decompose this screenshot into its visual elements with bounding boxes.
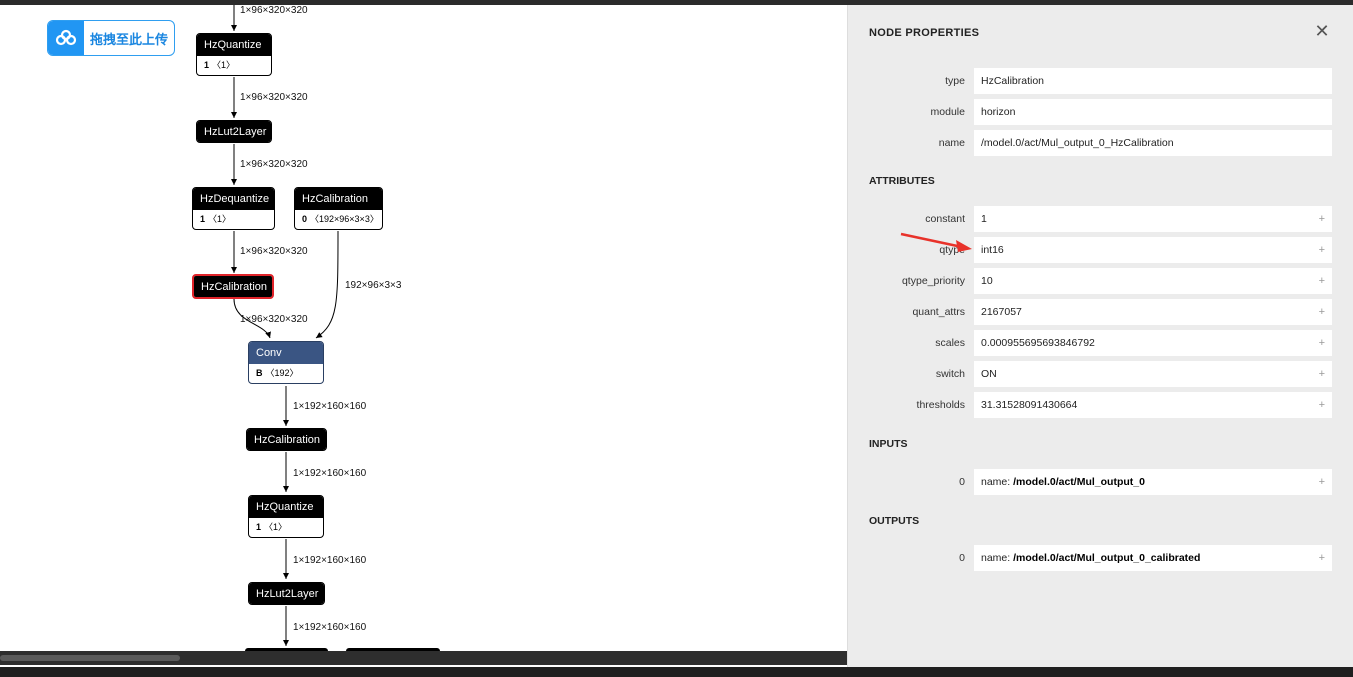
node-hzlut2layer-2[interactable]: HzLut2Layer — [248, 582, 325, 605]
node-hzquantize[interactable]: HzQuantize 1 〈1〉 — [196, 33, 272, 76]
edge-label: 1×96×320×320 — [240, 246, 308, 257]
expand-icon[interactable]: + — [1319, 299, 1325, 325]
node-attr: 1 〈1〉 — [256, 522, 288, 532]
edge-label: 192×96×3×3 — [345, 280, 402, 291]
expand-icon[interactable]: + — [1319, 545, 1325, 571]
output-row: 0 name: /model.0/act/Mul_output_0_calibr… — [848, 545, 1353, 571]
expand-icon[interactable]: + — [1319, 268, 1325, 294]
scrollbar-thumb[interactable] — [0, 655, 180, 661]
node-attr: 1 〈1〉 — [200, 214, 232, 224]
node-title: HzCalibration — [295, 188, 382, 210]
node-title: HzLut2Layer — [197, 121, 271, 142]
bottom-bar — [0, 667, 1353, 677]
expand-icon[interactable]: + — [1319, 392, 1325, 418]
section-attributes: ATTRIBUTES — [869, 175, 935, 187]
node-hzcalibration-weight[interactable]: HzCalibration 0 〈192×96×3×3〉 — [294, 187, 383, 230]
node-title: HzQuantize — [197, 34, 271, 56]
upload-button[interactable]: 拖拽至此上传 — [47, 20, 175, 56]
section-outputs: OUTPUTS — [869, 515, 920, 527]
edge — [315, 230, 339, 339]
expand-icon[interactable]: + — [1319, 361, 1325, 387]
node-attr: 1 〈1〉 — [204, 60, 236, 70]
expand-icon[interactable]: + — [1319, 237, 1325, 263]
node-conv[interactable]: Conv B 〈192〉 — [248, 341, 324, 384]
attribute-row-thresholds: thresholds 31.31528091430664 + — [848, 392, 1353, 418]
edge-label: 1×192×160×160 — [293, 401, 367, 412]
edge-label: 1×96×320×320 — [240, 5, 308, 16]
property-row-type: type HzCalibration — [848, 68, 1353, 94]
edge-label: 1×96×320×320 — [240, 92, 308, 103]
node-hzcalibration-selected[interactable]: HzCalibration — [192, 274, 274, 299]
node-title: HzDequantize — [193, 188, 274, 210]
input-row: 0 name: /model.0/act/Mul_output_0 + — [848, 469, 1353, 495]
cloud-icon — [48, 21, 84, 55]
node-title: HzCalibration — [247, 429, 326, 450]
edge-label: 1×96×320×320 — [240, 314, 308, 325]
upload-label: 拖拽至此上传 — [90, 31, 169, 47]
attribute-row-constant: constant 1 + — [848, 206, 1353, 232]
attribute-row-quant-attrs: quant_attrs 2167057 + — [848, 299, 1353, 325]
attribute-row-switch: switch ON + — [848, 361, 1353, 387]
attribute-row-scales: scales 0.000955695693846792 + — [848, 330, 1353, 356]
section-inputs: INPUTS — [869, 438, 908, 450]
node-hzdequantize[interactable]: HzDequantize 1 〈1〉 — [192, 187, 275, 230]
property-row-name: name /model.0/act/Mul_output_0_HzCalibra… — [848, 130, 1353, 156]
horizontal-scrollbar[interactable] — [0, 651, 847, 665]
panel-title: NODE PROPERTIES — [869, 27, 980, 39]
edge-label: 1×192×160×160 — [293, 555, 367, 566]
edge-label: 1×96×320×320 — [240, 159, 308, 170]
node-attr: B 〈192〉 — [256, 368, 299, 378]
graph-canvas[interactable]: 1×96×320×320 1×96×320×320 1×96×320×320 1… — [0, 5, 847, 651]
node-properties-panel: NODE PROPERTIES ✕ type HzCalibration mod… — [847, 5, 1353, 667]
node-hzquantize-2[interactable]: HzQuantize 1 〈1〉 — [248, 495, 324, 538]
expand-icon[interactable]: + — [1319, 330, 1325, 356]
property-row-module: module horizon — [848, 99, 1353, 125]
edge-label: 1×192×160×160 — [293, 622, 367, 633]
expand-icon[interactable]: + — [1319, 206, 1325, 232]
edge-label: 1×192×160×160 — [293, 468, 367, 479]
close-icon[interactable]: ✕ — [1314, 22, 1330, 40]
attribute-row-qtype-priority: qtype_priority 10 + — [848, 268, 1353, 294]
node-attr: 0 〈192×96×3×3〉 — [302, 214, 379, 224]
expand-icon[interactable]: + — [1319, 469, 1325, 495]
node-title: Conv — [249, 342, 323, 364]
graph-edges — [231, 5, 339, 646]
node-hzcalibration[interactable]: HzCalibration — [246, 428, 327, 451]
attribute-row-qtype: qtype int16 + — [848, 237, 1353, 263]
node-hzlut2layer[interactable]: HzLut2Layer — [196, 120, 272, 143]
node-title: HzCalibration — [194, 276, 272, 297]
node-title: HzQuantize — [249, 496, 323, 518]
node-title: HzLut2Layer — [249, 583, 324, 604]
